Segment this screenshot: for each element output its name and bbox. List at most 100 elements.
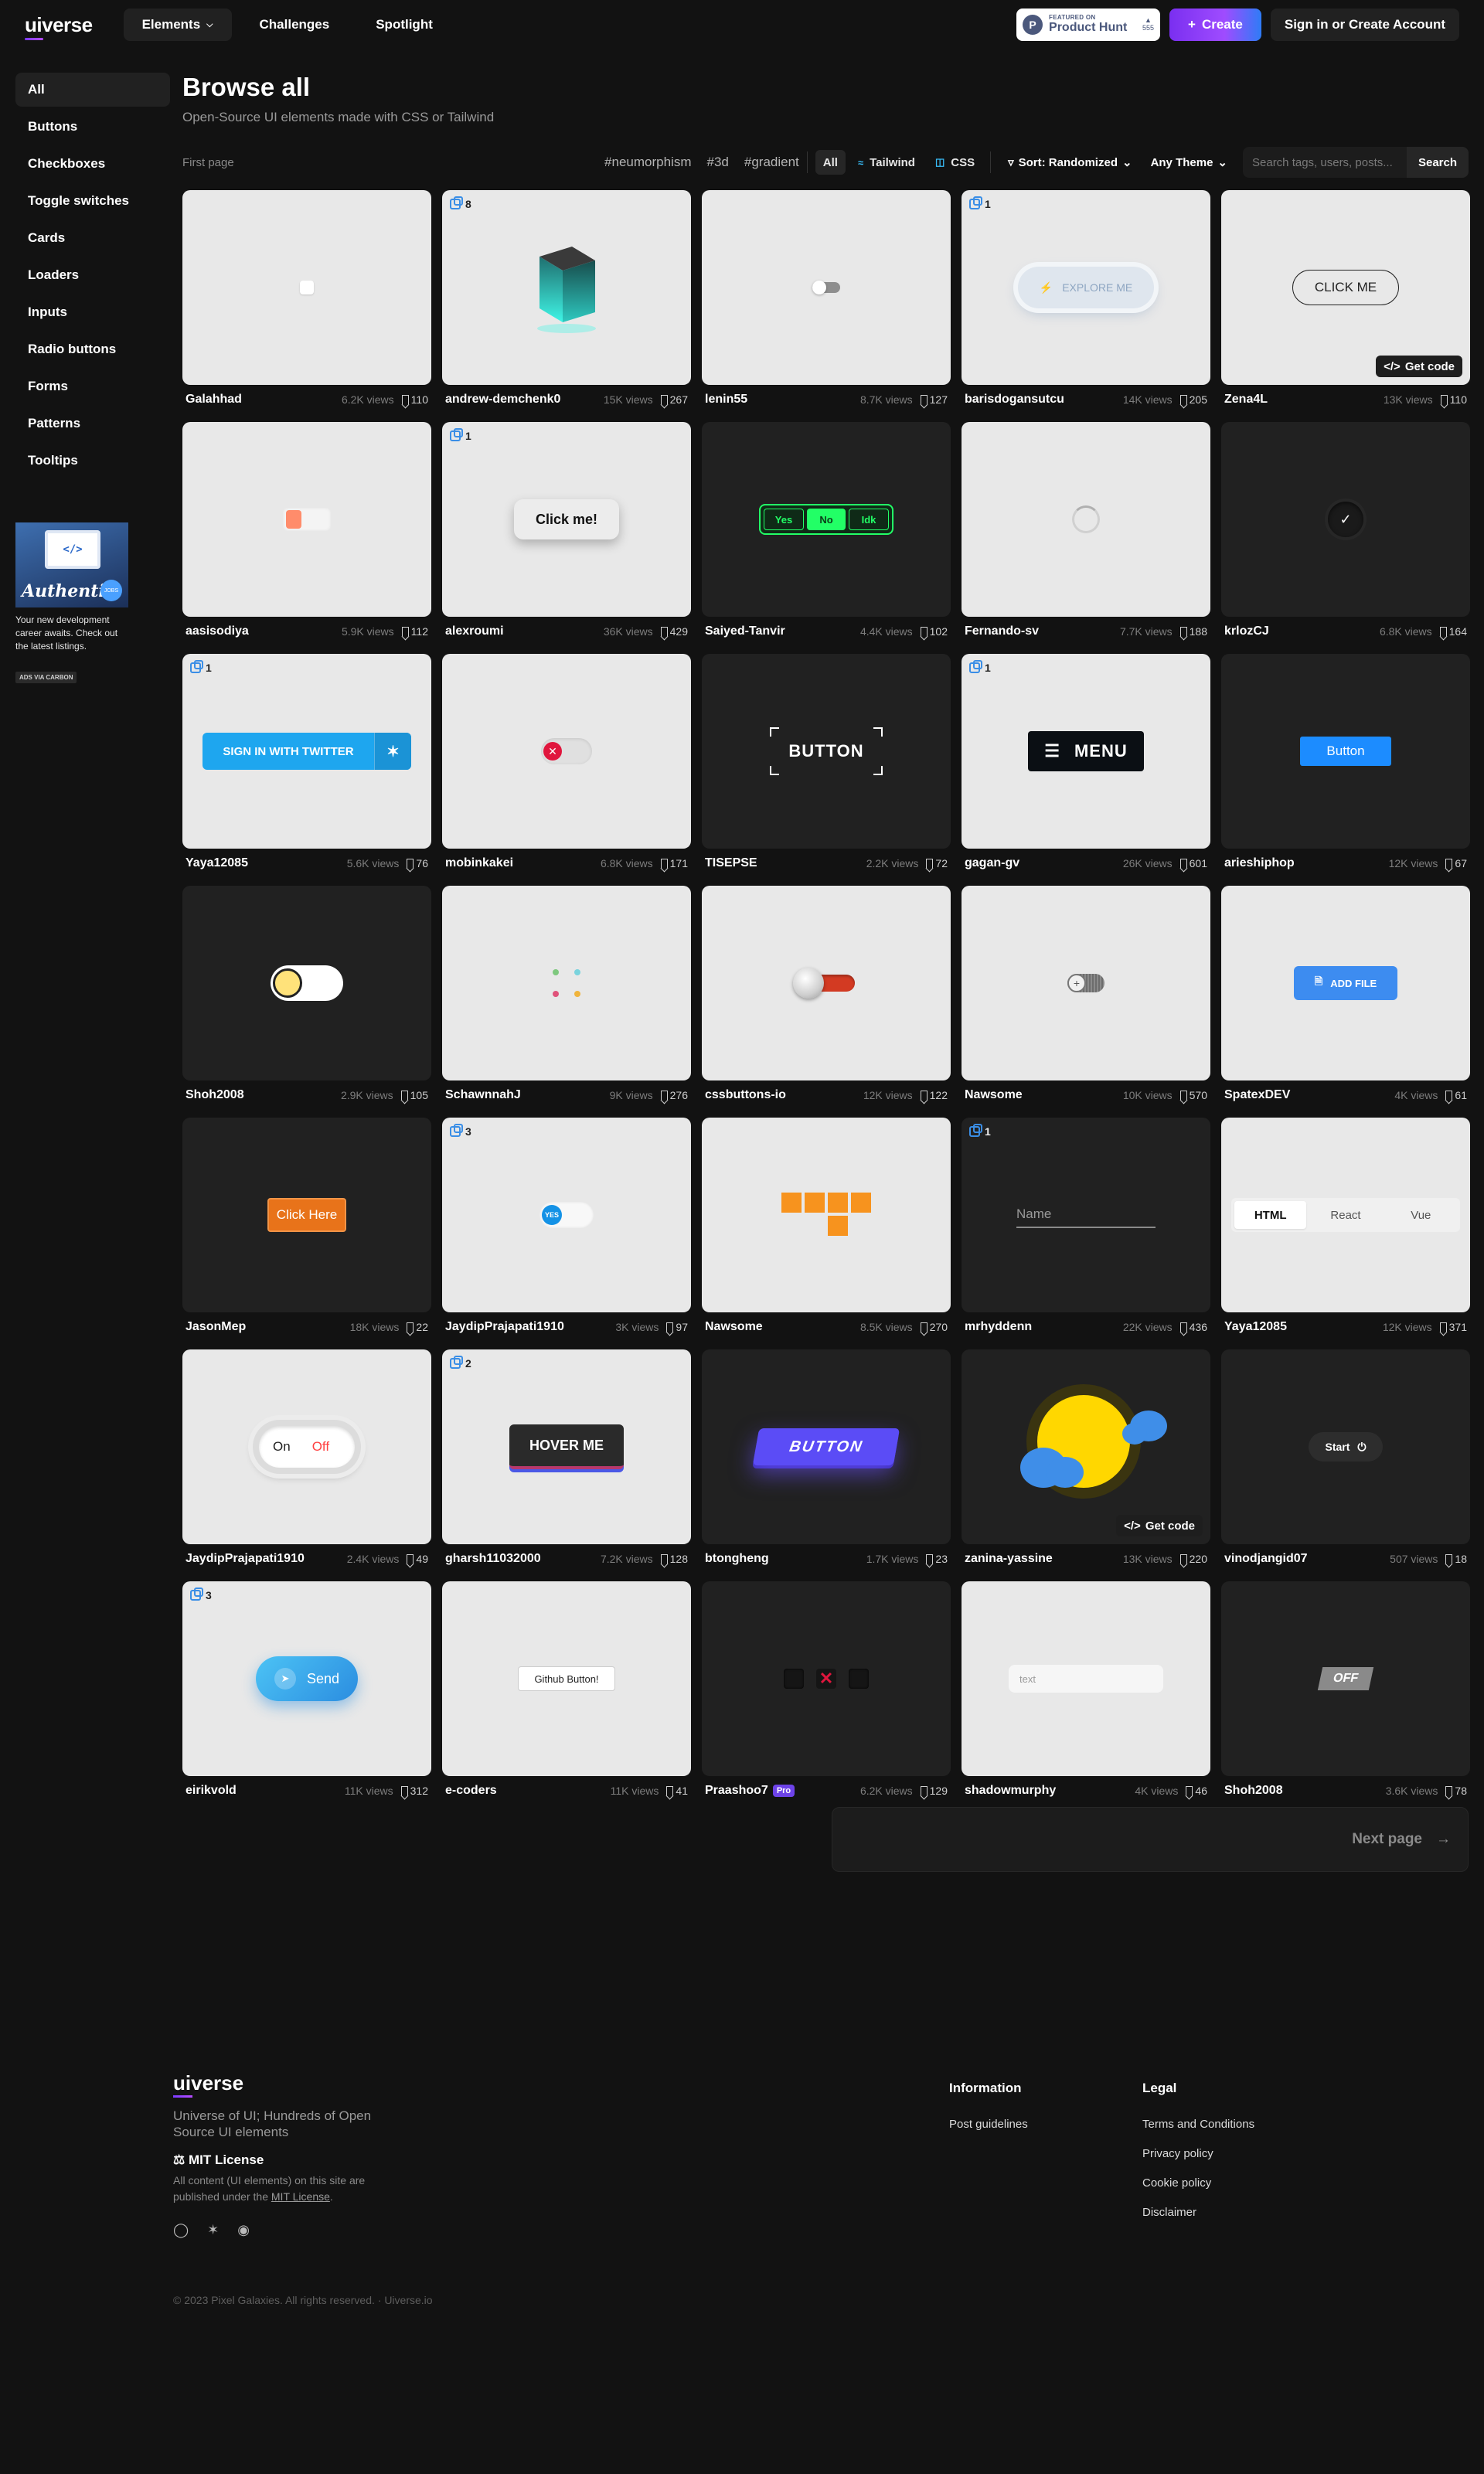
element-card[interactable]: Yes No Idk Saiyed-Tanvir 4.4K views 102 — [702, 422, 951, 646]
click-me-button-preview[interactable]: CLICK ME — [1292, 270, 1399, 305]
element-card[interactable]: 2 HOVER ME gharsh11032000 7.2K views 128 — [442, 1349, 691, 1574]
element-card[interactable]: Shoh2008 2.9K views 105 — [182, 886, 431, 1110]
author-name[interactable]: Yaya12085 — [1224, 1320, 1287, 1334]
author-name[interactable]: JaydipPrajapati1910 — [186, 1552, 305, 1566]
carbon-ad[interactable]: Authentic JOBS Your new development care… — [15, 522, 128, 683]
tab-html[interactable]: HTML — [1234, 1201, 1307, 1229]
save-count[interactable]: 105 — [400, 1089, 428, 1101]
element-card[interactable]: 1 Name mrhyddenn 22K views 436 — [962, 1118, 1210, 1342]
element-card[interactable]: 1 ⚡ EXPLORE ME barisdogansutcu 14K views 20… — [962, 190, 1210, 414]
element-card[interactable]: ✕ Praashoo7 Pro 6.2K views 129 — [702, 1581, 951, 1805]
save-count[interactable]: 171 — [660, 857, 688, 869]
toggle-preview[interactable] — [793, 968, 855, 999]
author-name[interactable]: eirikvold — [186, 1784, 237, 1798]
author-name[interactable]: Nawsome — [705, 1320, 763, 1334]
save-count[interactable]: 18 — [1445, 1553, 1467, 1565]
element-preview[interactable]: ✓ — [1221, 422, 1470, 617]
author-name[interactable]: mobinkakei — [445, 856, 513, 870]
check-icon[interactable]: ✓ — [1328, 502, 1363, 537]
tag-neumorphism[interactable]: #neumorphism — [604, 155, 691, 170]
toggle-preview[interactable] — [283, 508, 331, 531]
search-input[interactable] — [1243, 147, 1407, 178]
save-count[interactable]: 128 — [660, 1553, 688, 1565]
twitter-signin-button-preview[interactable]: SIGN IN WITH TWITTER ✶ — [203, 733, 411, 770]
sort-dropdown[interactable]: ▿ Sort: Randomized ⌄ — [999, 150, 1141, 175]
element-preview[interactable]: Github Button! — [442, 1581, 691, 1776]
sidebar-item-radio-buttons[interactable]: Radio buttons — [15, 332, 170, 366]
element-preview[interactable]: Start ⏻ — [1221, 1349, 1470, 1544]
author-name[interactable]: lenin55 — [705, 393, 747, 407]
element-card[interactable]: BUTTON TISEPSE 2.2K views 72 — [702, 654, 951, 878]
element-preview[interactable]: 1 ☰ MENU — [962, 654, 1210, 849]
menu-button-preview[interactable]: ☰ MENU — [1028, 731, 1144, 771]
sidebar-item-tooltips[interactable]: Tooltips — [15, 444, 170, 478]
element-card[interactable]: HTML React Vue Yaya12085 12K views 371 — [1221, 1118, 1470, 1342]
checkbox-preview[interactable] — [300, 281, 314, 294]
save-count[interactable]: 436 — [1179, 1321, 1207, 1333]
element-card[interactable]: 1 SIGN IN WITH TWITTER ✶ Yaya12085 5.6K v… — [182, 654, 431, 878]
author-name[interactable]: aasisodiya — [186, 624, 249, 638]
save-count[interactable]: 76 — [407, 857, 428, 869]
element-card[interactable]: Start ⏻ vinodjangid07 507 views 18 — [1221, 1349, 1470, 1574]
sidebar-item-checkboxes[interactable]: Checkboxes — [15, 147, 170, 181]
terms-link[interactable]: Terms and Conditions — [1142, 2118, 1254, 2131]
element-preview[interactable]: Yes No Idk — [702, 422, 951, 617]
save-count[interactable]: 122 — [920, 1089, 948, 1101]
sidebar-item-toggle-switches[interactable]: Toggle switches — [15, 184, 170, 218]
disclaimer-link[interactable]: Disclaimer — [1142, 2206, 1254, 2219]
author-name[interactable]: e-coders — [445, 1784, 497, 1798]
framework-tabs-preview[interactable]: HTML React Vue — [1231, 1198, 1460, 1232]
author-name[interactable]: barisdogansutcu — [965, 393, 1064, 407]
element-card[interactable]: 3 ➤ Send eirikvold 11K views 312 — [182, 1581, 431, 1805]
element-preview[interactable]: </> Get code — [962, 1349, 1210, 1544]
author-name[interactable]: andrew-demchenk0 — [445, 393, 560, 407]
sidebar-item-all[interactable]: All — [15, 73, 170, 107]
element-card[interactable]: cssbuttons-io 12K views 122 — [702, 886, 951, 1110]
option-yes[interactable]: Yes — [764, 509, 804, 530]
instagram-icon[interactable]: ◯ — [173, 2222, 189, 2238]
get-code-button[interactable]: </> Get code — [1376, 356, 1462, 377]
post-guidelines-link[interactable]: Post guidelines — [949, 2118, 1028, 2131]
element-card[interactable]: 8 andrew-demchenk0 15K views 267 — [442, 190, 691, 414]
option-no[interactable]: No — [807, 509, 846, 530]
save-count[interactable]: 276 — [660, 1089, 688, 1101]
element-preview[interactable]: BUTTON — [702, 1349, 951, 1544]
save-count[interactable]: 49 — [407, 1553, 428, 1565]
author-name[interactable]: arieshiphop — [1224, 856, 1295, 870]
element-preview[interactable]: BUTTON — [702, 654, 951, 849]
author-name[interactable]: Shoh2008 — [1224, 1784, 1283, 1798]
element-card[interactable]: 3 YES JaydipPrajapati1910 3K views 97 — [442, 1118, 691, 1342]
element-card[interactable]: aasisodiya 5.9K views 112 — [182, 422, 431, 646]
element-preview[interactable]: 2 HOVER ME — [442, 1349, 691, 1544]
author-name[interactable]: SchawnnahJ — [445, 1088, 521, 1102]
click-here-button-preview[interactable]: Click Here — [267, 1198, 346, 1232]
save-count[interactable]: 72 — [926, 857, 948, 869]
first-page-link[interactable]: First page — [182, 156, 234, 169]
author-name[interactable]: vinodjangid07 — [1224, 1552, 1308, 1566]
save-count[interactable]: 312 — [400, 1785, 428, 1797]
author-name[interactable]: cssbuttons-io — [705, 1088, 786, 1102]
nav-spotlight[interactable]: Spotlight — [357, 9, 451, 41]
3d-button-preview[interactable]: BUTTON — [752, 1428, 900, 1465]
author-name[interactable]: mrhyddenn — [965, 1320, 1032, 1334]
element-card[interactable]: On Off JaydipPrajapati1910 2.4K views 49 — [182, 1349, 431, 1574]
save-count[interactable]: 67 — [1445, 857, 1467, 869]
element-preview[interactable] — [702, 886, 951, 1080]
author-name[interactable]: alexroumi — [445, 624, 504, 638]
author-name[interactable]: btongheng — [705, 1552, 769, 1566]
element-preview[interactable]: 1 Click me! — [442, 422, 691, 617]
save-count[interactable]: 127 — [920, 393, 948, 406]
save-count[interactable]: 41 — [666, 1785, 688, 1797]
save-count[interactable]: 61 — [1445, 1089, 1467, 1101]
element-card[interactable]: Button arieshiphop 12K views 67 — [1221, 654, 1470, 878]
element-card[interactable]: ✓ krlozCJ 6.8K views 164 — [1221, 422, 1470, 646]
yes-no-radio-preview[interactable]: Yes No Idk — [759, 504, 893, 535]
text-input-preview[interactable]: text — [1009, 1665, 1163, 1693]
element-preview[interactable]: 🗎 ADD FILE — [1221, 886, 1470, 1080]
sidebar-item-cards[interactable]: Cards — [15, 221, 170, 255]
element-preview[interactable]: Button — [1221, 654, 1470, 849]
element-preview[interactable] — [182, 422, 431, 617]
filter-all[interactable]: All — [815, 150, 846, 175]
ad-image[interactable]: Authentic JOBS — [15, 522, 128, 607]
save-count[interactable]: 570 — [1179, 1089, 1207, 1101]
